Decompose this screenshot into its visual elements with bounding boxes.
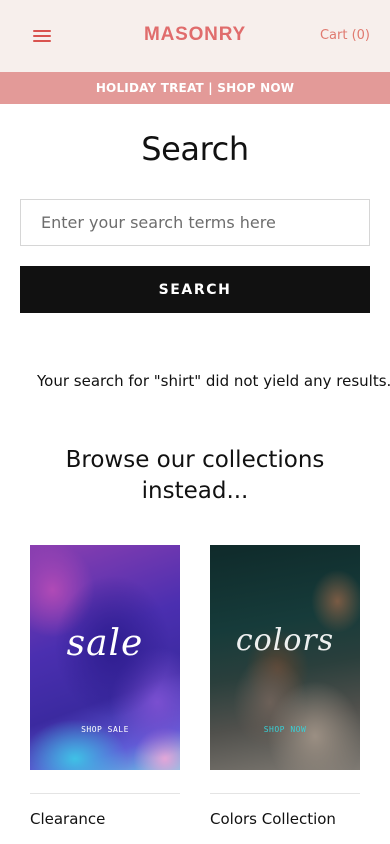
collection-title-clearance[interactable]: Clearance: [30, 810, 230, 828]
colors-script-text: colors: [235, 623, 335, 658]
collection-title-colors[interactable]: Colors Collection: [210, 810, 390, 828]
search-button[interactable]: SEARCH: [20, 266, 370, 313]
promo-banner[interactable]: HOLIDAY TREAT | SHOP NOW: [0, 72, 390, 104]
browse-collections-heading: Browse our collections instead...: [0, 445, 390, 507]
browse-heading-line-1: Browse our collections: [65, 447, 325, 473]
card-divider: [210, 793, 360, 794]
shop-now-cta: SHOP NOW: [263, 725, 307, 734]
card-divider: [30, 793, 180, 794]
site-header: MASONRY Cart (0): [0, 0, 390, 72]
sale-script-text: sale: [66, 623, 144, 664]
collection-image-colors[interactable]: colors SHOP NOW: [210, 545, 360, 770]
collection-card-clearance[interactable]: sale SHOP SALE Clearance: [30, 545, 180, 828]
collection-image-sale[interactable]: sale SHOP SALE: [30, 545, 180, 770]
browse-heading-line-2: instead...: [141, 478, 249, 504]
shop-sale-cta: SHOP SALE: [81, 725, 129, 734]
cart-link[interactable]: Cart (0): [320, 28, 370, 43]
search-input[interactable]: [20, 199, 370, 246]
page-title: Search: [141, 130, 249, 168]
collection-card-colors[interactable]: colors SHOP NOW Colors Collection: [210, 545, 360, 828]
no-results-message: Your search for "shirt" did not yield an…: [37, 372, 390, 390]
